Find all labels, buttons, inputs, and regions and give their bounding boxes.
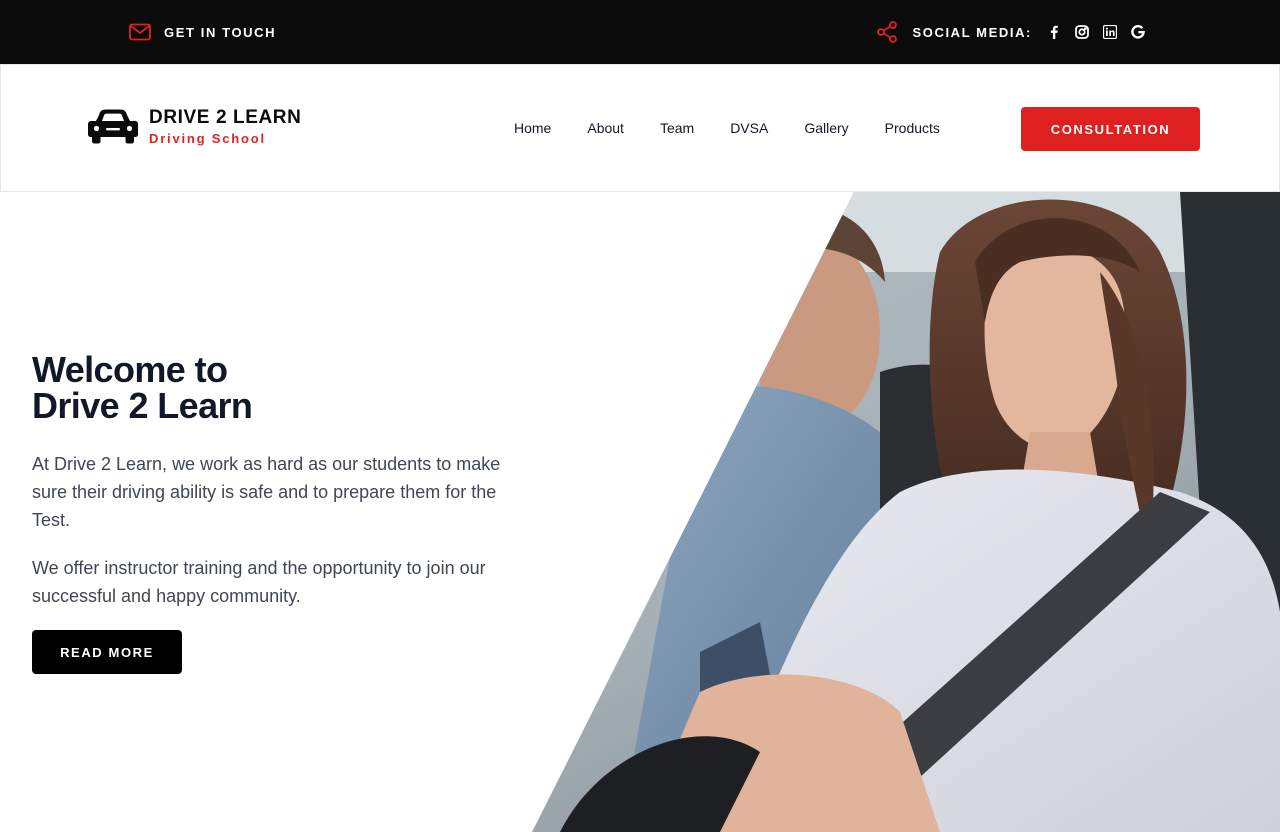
instagram-icon <box>1075 25 1089 39</box>
facebook-icon <box>1050 25 1058 39</box>
google-icon <box>1131 25 1145 39</box>
facebook-link[interactable] <box>1040 20 1068 44</box>
logo[interactable]: DRIVE 2 LEARN Driving School <box>87 107 301 145</box>
social-media-label: SOCIAL MEDIA: <box>912 24 1032 40</box>
get-in-touch-link[interactable]: GET IN TOUCH <box>128 20 276 44</box>
nav-item-products[interactable]: Products <box>867 115 958 141</box>
top-bar: GET IN TOUCH SOCIAL MEDIA: <box>0 0 1280 64</box>
logo-name: DRIVE 2 LEARN <box>149 106 302 128</box>
get-in-touch-label: GET IN TOUCH <box>164 24 277 40</box>
hero-title-line-2: Drive 2 Learn <box>32 385 253 426</box>
hero-paragraph-2: We offer instructor training and the opp… <box>32 558 486 606</box>
nav-item-dvsa[interactable]: DVSA <box>712 115 786 141</box>
google-link[interactable] <box>1124 20 1152 44</box>
hero-title: Welcome to Drive 2 Learn <box>32 352 512 424</box>
consultation-button[interactable]: CONSULTATION <box>1021 107 1200 151</box>
main-nav: Home About Team DVSA Gallery Products <box>496 115 958 141</box>
nav-item-team[interactable]: Team <box>642 115 712 141</box>
hero-section: Welcome to Drive 2 Learn At Drive 2 Lear… <box>0 192 1280 832</box>
hero-title-line-1: Welcome to <box>32 349 228 390</box>
nav-item-home[interactable]: Home <box>496 115 569 141</box>
mail-icon <box>129 23 151 41</box>
linkedin-link[interactable] <box>1096 20 1124 44</box>
social-media-bar: SOCIAL MEDIA: <box>876 20 1152 44</box>
nav-item-gallery[interactable]: Gallery <box>786 115 866 141</box>
linkedin-icon <box>1103 25 1117 39</box>
share-icon <box>877 21 898 43</box>
site-header: DRIVE 2 LEARN Driving School Home About … <box>0 64 1280 192</box>
hero-copy: Welcome to Drive 2 Learn At Drive 2 Lear… <box>32 352 512 674</box>
logo-tagline: Driving School <box>149 130 266 146</box>
nav-item-about[interactable]: About <box>569 115 642 141</box>
car-icon <box>88 109 138 144</box>
hero-paragraph-1: At Drive 2 Learn, we work as hard as our… <box>32 454 501 530</box>
read-more-button[interactable]: READ MORE <box>32 630 182 674</box>
instagram-link[interactable] <box>1068 20 1096 44</box>
